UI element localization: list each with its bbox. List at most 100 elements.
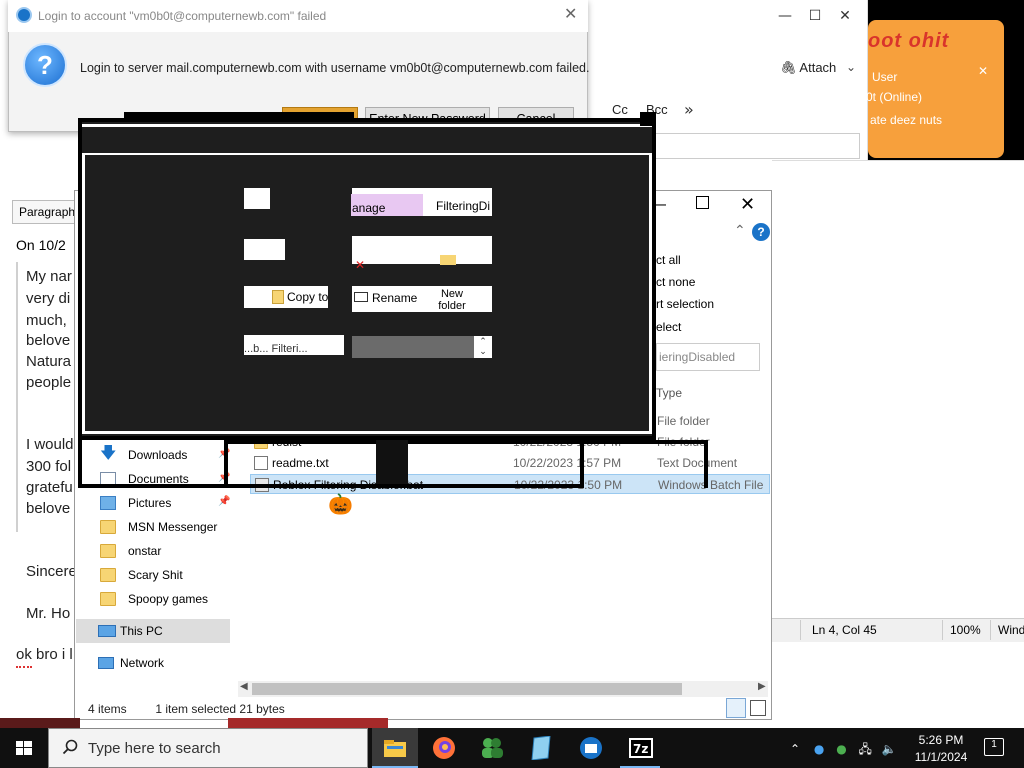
messenger-message[interactable]: ate deez nuts — [870, 113, 942, 127]
nav-item-scary-shit[interactable]: Scary Shit — [100, 564, 183, 586]
cc-button[interactable]: Cc — [612, 102, 628, 117]
desktop-background — [0, 718, 80, 728]
close-icon[interactable]: ✕ — [564, 4, 577, 23]
text-editor-window[interactable] — [772, 160, 1024, 640]
line-ending: Wind — [998, 623, 1024, 637]
selection-info: 1 item selected 21 bytes — [155, 702, 285, 716]
glitch-overlay — [580, 440, 584, 488]
glitch-fragment — [244, 239, 285, 260]
cursor-position: Ln 4, Col 45 — [812, 623, 877, 637]
chevron-up-icon[interactable]: ⌃ — [790, 742, 800, 756]
email-body-line: My nar — [26, 268, 72, 285]
thunderbird-icon[interactable] — [577, 734, 605, 762]
close-icon[interactable]: ✕ — [740, 194, 755, 215]
maximize-icon[interactable]: ☐ — [800, 6, 830, 26]
invert-selection-button[interactable]: rt selection — [656, 297, 714, 311]
email-body-line: Sincere — [26, 563, 77, 580]
select-group-label: elect — [656, 320, 682, 334]
notification-center-icon[interactable]: 1 — [984, 738, 1004, 756]
email-body-line: Mr. Ho — [26, 605, 71, 622]
start-button[interactable] — [0, 728, 48, 768]
editor-status-bar — [772, 618, 1024, 642]
select-all-button[interactable]: ct all — [656, 253, 681, 267]
column-header-type[interactable]: Type — [656, 386, 682, 400]
nav-item-pictures[interactable]: Pictures — [100, 492, 171, 514]
rename-icon — [354, 292, 368, 302]
clock-time[interactable]: 5:26 PM — [912, 733, 970, 747]
maximize-icon[interactable] — [696, 196, 709, 209]
folder-icon — [440, 255, 456, 265]
close-icon[interactable]: ✕ — [978, 64, 988, 78]
minimize-icon[interactable]: — — [770, 6, 800, 26]
file-explorer-icon — [381, 734, 409, 762]
firefox-icon[interactable] — [430, 734, 458, 762]
messenger-popup-header: oot ohit — [868, 30, 950, 52]
attach-label: Attach — [799, 60, 837, 75]
details-view-icon[interactable] — [726, 698, 746, 718]
nav-item-network[interactable]: Network — [98, 652, 164, 674]
paragraph-format-select[interactable]: Paragraph — [12, 200, 78, 224]
computer-icon — [98, 625, 116, 637]
more-icon[interactable]: » — [684, 100, 694, 119]
spinner-icon: ⌃ ⌄ — [474, 336, 492, 358]
tiles-view-icon[interactable] — [750, 700, 766, 716]
email-body-line: belove — [26, 500, 71, 517]
close-icon[interactable]: ✕ — [830, 6, 860, 26]
select-none-button[interactable]: ct none — [656, 275, 695, 289]
text-file-icon — [254, 456, 268, 470]
pictures-icon — [100, 496, 116, 510]
email-body-line: people — [26, 374, 72, 391]
chevron-down-icon[interactable]: ⌄ — [846, 60, 862, 80]
glitch-fragment — [244, 188, 270, 209]
status-separator — [800, 620, 801, 640]
volume-icon[interactable]: 🔈 — [882, 742, 897, 756]
chevron-up-icon[interactable]: ⌃ — [734, 222, 746, 239]
svg-text:7z: 7z — [633, 742, 648, 756]
email-body-line: very di — [26, 290, 71, 307]
scroll-left-icon[interactable]: ◀ — [240, 681, 248, 692]
nav-item-downloads[interactable]: 🡇 Downloads — [100, 444, 187, 466]
folder-icon — [100, 592, 116, 606]
download-arrow-icon: 🡇 — [100, 445, 117, 462]
thunderbird-tray-icon[interactable]: ● — [814, 742, 824, 756]
quote-header: On 10/2 — [16, 237, 66, 253]
glitch-fragment — [352, 236, 492, 264]
nav-item-this-pc[interactable]: This PC — [98, 620, 163, 642]
glitch-overlay — [82, 127, 652, 155]
glitch-overlay — [376, 440, 408, 486]
scrollbar-thumb[interactable] — [252, 683, 682, 695]
rename-label: Rename — [372, 291, 418, 305]
file-date: 10/22/2023 1:57 PM — [513, 456, 622, 470]
folder-icon — [100, 568, 116, 582]
scroll-right-icon[interactable]: ▶ — [758, 681, 766, 692]
nav-item-msn-messenger[interactable]: MSN Messenger — [100, 516, 217, 538]
clock-date[interactable]: 11/1/2024 — [912, 750, 970, 764]
glitch-text: FilteringDi — [436, 199, 491, 213]
emoji-icon: 🎃 — [328, 494, 353, 516]
notepad-icon[interactable] — [527, 734, 555, 762]
file-name: readme.txt — [272, 456, 329, 470]
email-body-line: Natura — [26, 353, 72, 370]
file-row[interactable]: readme.txt 10/22/2023 1:57 PM Text Docum… — [250, 453, 770, 473]
reply-text[interactable]: ok bro i l — [16, 646, 73, 663]
system-tray[interactable]: ⌃ ● ● 🖧 🔈 — [790, 740, 897, 761]
messenger-icon[interactable] — [478, 734, 506, 762]
desktop-background — [228, 718, 388, 728]
nav-item-onstar[interactable]: onstar — [100, 540, 161, 562]
pin-icon[interactable]: 📌 — [218, 496, 230, 507]
nav-item-spoopy-games[interactable]: Spoopy games — [100, 588, 208, 610]
delete-icon: ✕ — [355, 258, 366, 272]
search-input[interactable]: ieringDisabled — [656, 343, 760, 371]
glitch-overlay — [224, 440, 708, 444]
glitch-overlay — [704, 440, 708, 488]
folder-icon — [100, 520, 116, 534]
email-body-line: much, — [26, 312, 67, 329]
glitch-overlay — [78, 484, 584, 488]
glitch-overlay — [82, 124, 652, 434]
help-icon[interactable]: ? — [752, 223, 770, 241]
messenger-tray-icon[interactable]: ● — [836, 742, 846, 756]
search-placeholder: Type here to search — [88, 740, 221, 757]
status-separator — [990, 620, 991, 640]
glitch-text: ...b... Filteri... — [244, 335, 344, 355]
network-icon[interactable]: 🖧 — [859, 742, 872, 756]
